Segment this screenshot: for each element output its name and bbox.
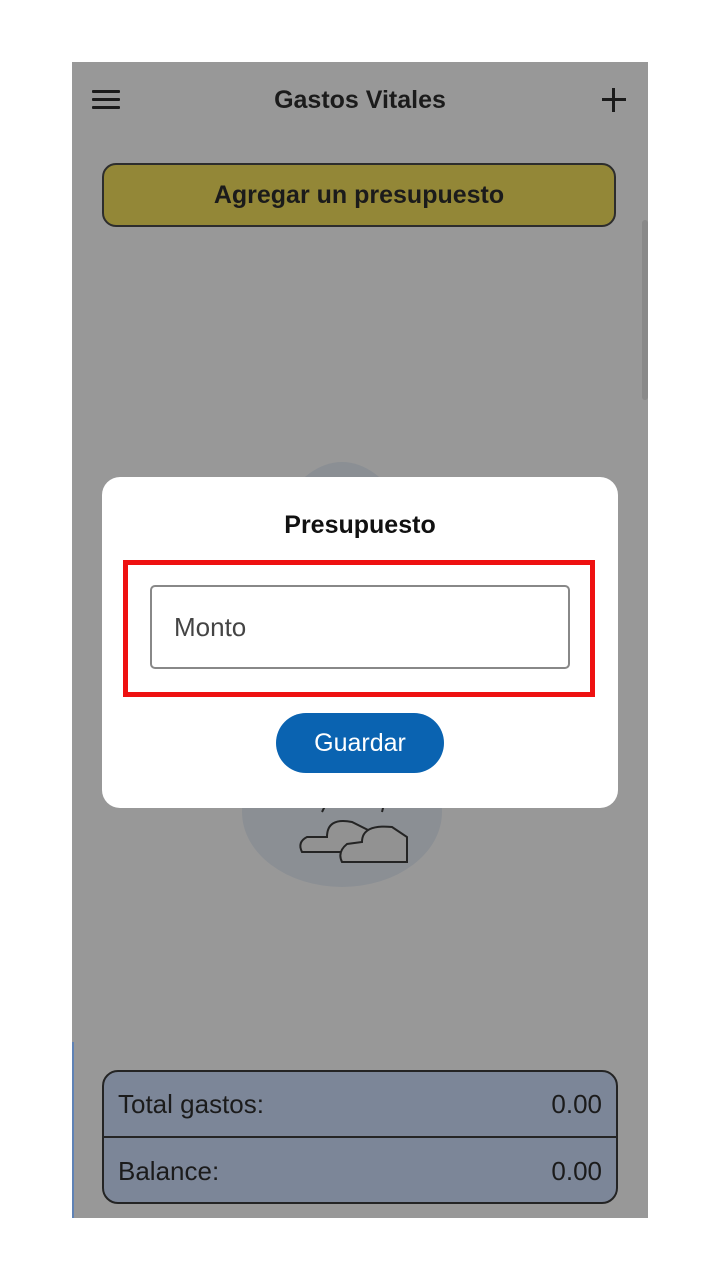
budget-dialog: Presupuesto Guardar <box>102 477 618 808</box>
amount-input[interactable] <box>150 585 570 669</box>
save-button[interactable]: Guardar <box>276 713 444 773</box>
edge-strip <box>72 1042 74 1218</box>
app-screen: Gastos Vitales Agregar un presupuesto In… <box>72 62 648 1218</box>
dialog-title: Presupuesto <box>284 511 436 539</box>
